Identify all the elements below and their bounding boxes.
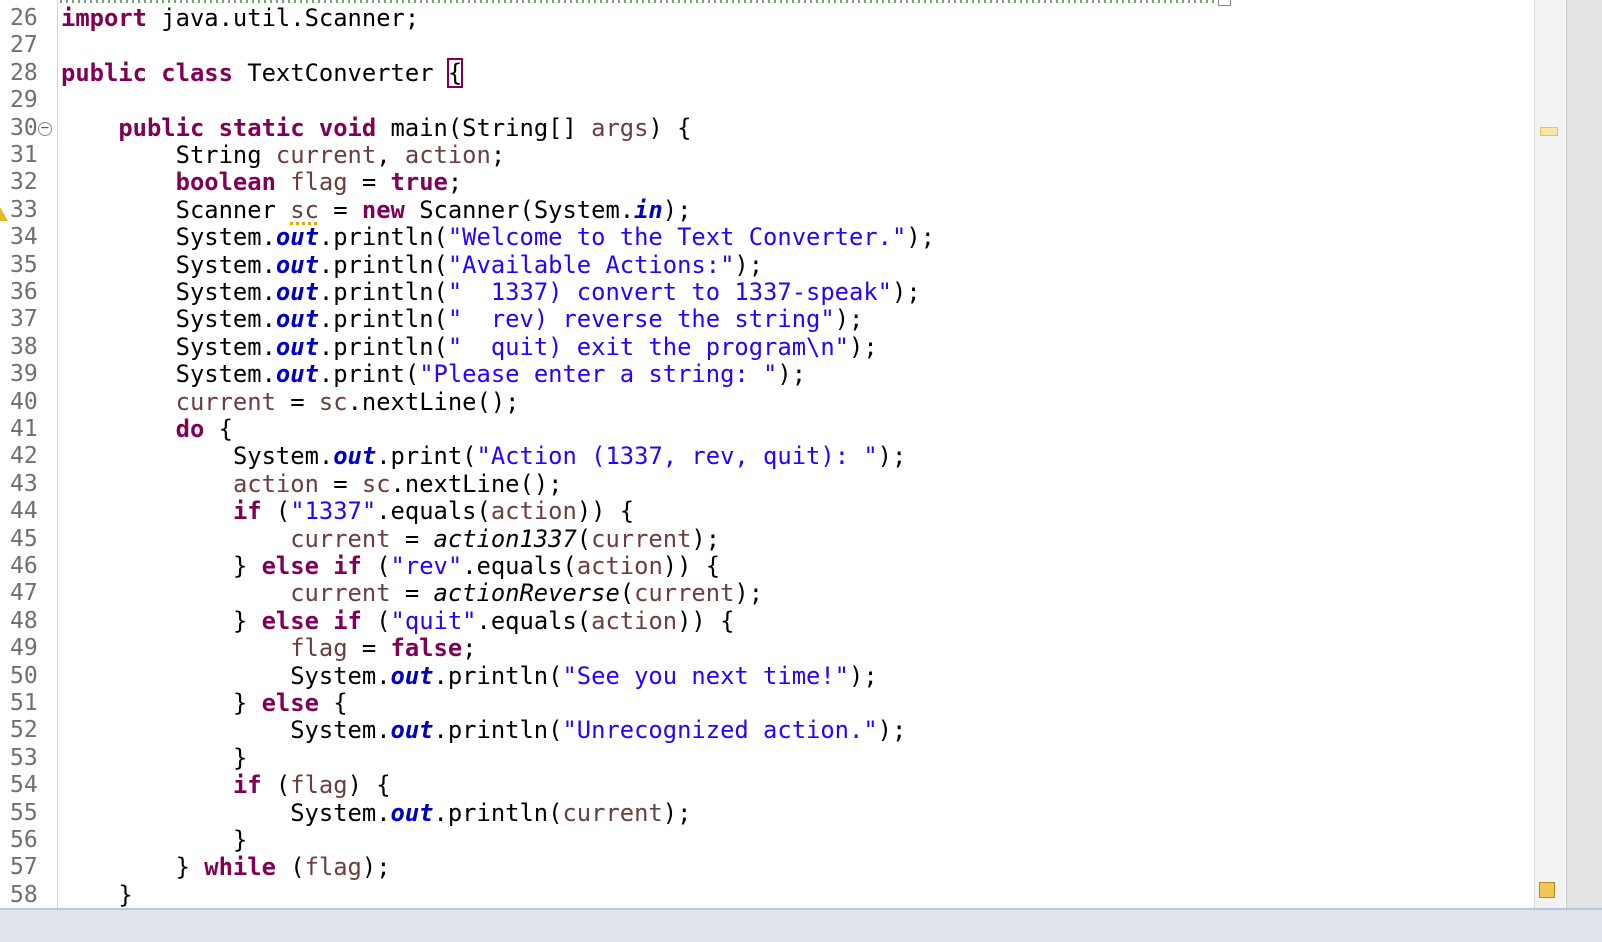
line-number: 32	[10, 169, 38, 195]
line-number: 28	[10, 60, 38, 86]
code-line: } else if ("rev".equals(action)) {	[232, 552, 721, 580]
code-line: } else {	[232, 689, 348, 717]
code-line: }	[232, 744, 248, 772]
code-line: System.out.println("See you next time!")…	[290, 662, 878, 690]
code-line: }	[118, 881, 133, 909]
code-line: System.out.println("Unrecognized action.…	[290, 716, 907, 744]
line-number: 43	[10, 471, 38, 497]
ruler-occurrence-marker[interactable]	[1540, 127, 1558, 136]
code-line: do {	[175, 415, 233, 443]
line-number: 50	[10, 663, 38, 689]
fold-collapse-icon[interactable]: −	[38, 121, 52, 136]
code-line: System.out.println(" rev) reverse the st…	[175, 305, 864, 333]
line-number: 52	[10, 717, 38, 743]
line-number: 29	[10, 87, 38, 113]
matching-brace-highlight: {	[446, 58, 464, 88]
code-editor[interactable]: 26 27 28 29 30 31 32 33 34 35 36 37 38 3…	[0, 0, 1602, 942]
line-number: 54	[10, 772, 38, 798]
code-line: System.out.println(" 1337) convert to 13…	[175, 278, 921, 306]
code-line: if (flag) {	[232, 771, 391, 799]
code-line: Scanner sc = new Scanner(System.in);	[175, 196, 692, 224]
code-line: }	[232, 826, 248, 854]
line-number-gutter: 26 27 28 29 30 31 32 33 34 35 36 37 38 3…	[0, 0, 58, 932]
line-number: 38	[10, 334, 38, 360]
vertical-scrollbar[interactable]	[1566, 0, 1602, 932]
code-line: public static void main(String[] args) {	[118, 114, 692, 142]
line-number: 35	[10, 252, 38, 278]
code-area[interactable]: import java.util.Scanner; public class T…	[61, 0, 1531, 932]
line-number: 56	[10, 827, 38, 853]
warning-icon[interactable]	[0, 207, 8, 221]
code-line: System.out.println("Available Actions:")…	[175, 251, 764, 279]
line-number: 33	[10, 197, 38, 223]
code-line: System.out.print("Please enter a string:…	[175, 360, 807, 388]
code-line: } else if ("quit".equals(action)) {	[232, 607, 735, 635]
line-number: 47	[10, 580, 38, 606]
code-line: action = sc.nextLine();	[232, 470, 563, 498]
line-number: 57	[10, 854, 38, 880]
line-number: 34	[10, 224, 38, 250]
warning-underlined-variable: sc	[290, 196, 319, 224]
code-line: import java.util.Scanner;	[61, 4, 420, 32]
code-line: current = action1337(current);	[290, 525, 721, 553]
code-line: System.out.println("Welcome to the Text …	[175, 223, 935, 251]
code-line: current = sc.nextLine();	[175, 388, 520, 416]
line-number: 30	[10, 115, 38, 141]
line-number: 36	[10, 279, 38, 305]
code-line: System.out.println(" quit) exit the prog…	[175, 333, 878, 361]
line-number: 41	[10, 416, 38, 442]
line-number: 49	[10, 635, 38, 661]
ruler-warning-marker[interactable]	[1539, 882, 1555, 898]
line-number: 58	[10, 882, 38, 908]
line-number: 53	[10, 745, 38, 771]
line-number: 40	[10, 389, 38, 415]
code-line: public class TextConverter {	[61, 58, 464, 88]
line-number: 45	[10, 526, 38, 552]
line-number: 37	[10, 306, 38, 332]
line-number: 51	[10, 690, 38, 716]
code-line: System.out.print("Action (1337, rev, qui…	[232, 442, 907, 470]
overview-ruler[interactable]	[1534, 0, 1565, 932]
line-number: 27	[10, 32, 38, 58]
line-number: 44	[10, 498, 38, 524]
code-line: } while (flag);	[175, 853, 391, 881]
code-line: if ("1337".equals(action)) {	[232, 497, 635, 525]
line-number: 26	[10, 5, 38, 31]
line-number: 31	[10, 142, 38, 168]
code-line: current = actionReverse(current);	[290, 579, 764, 607]
line-number: 55	[10, 800, 38, 826]
code-line: flag = false;	[290, 634, 477, 662]
line-number: 48	[10, 608, 38, 634]
line-number: 46	[10, 553, 38, 579]
code-line: boolean flag = true;	[175, 168, 463, 196]
code-line: System.out.println(current);	[290, 799, 692, 827]
line-number: 42	[10, 443, 38, 469]
line-number: 39	[10, 361, 38, 387]
editor-bottom-edge	[0, 908, 1602, 942]
code-line: String current, action;	[175, 141, 506, 169]
